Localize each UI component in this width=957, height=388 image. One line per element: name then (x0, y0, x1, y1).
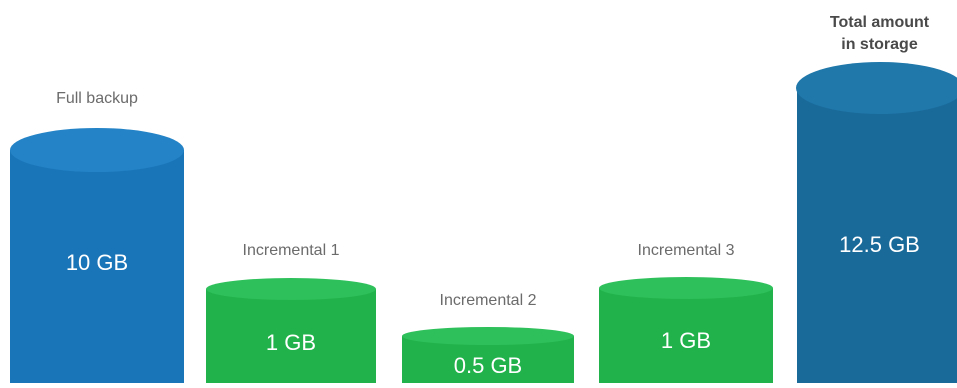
value-incremental-1: 1 GB (265, 330, 317, 355)
value-incremental-2: 0.5 GB (453, 353, 523, 378)
label-full-backup: Full backup (56, 90, 138, 107)
label-incremental-1: Incremental 1 (242, 242, 340, 259)
cylinder-inc3-top (599, 277, 773, 299)
value-full-backup: 10 GB (65, 250, 129, 275)
cylinder-total (796, 62, 957, 388)
label-total-line1: Total amount (829, 14, 930, 31)
value-incremental-3: 1 GB (660, 328, 712, 353)
backup-storage-diagram: Full backup Incremental 1 Incremental 2 … (0, 0, 957, 388)
cylinder-full-top (10, 128, 184, 172)
cylinders-svg (10, 62, 957, 388)
cylinder-inc1-top (206, 278, 376, 300)
label-incremental-3: Incremental 3 (637, 242, 735, 259)
cylinder-total-top (796, 62, 957, 114)
label-total-line2: in storage (841, 36, 918, 53)
value-total: 12.5 GB (839, 232, 920, 257)
label-incremental-2: Incremental 2 (439, 292, 537, 309)
cylinder-inc2-top (402, 327, 574, 345)
